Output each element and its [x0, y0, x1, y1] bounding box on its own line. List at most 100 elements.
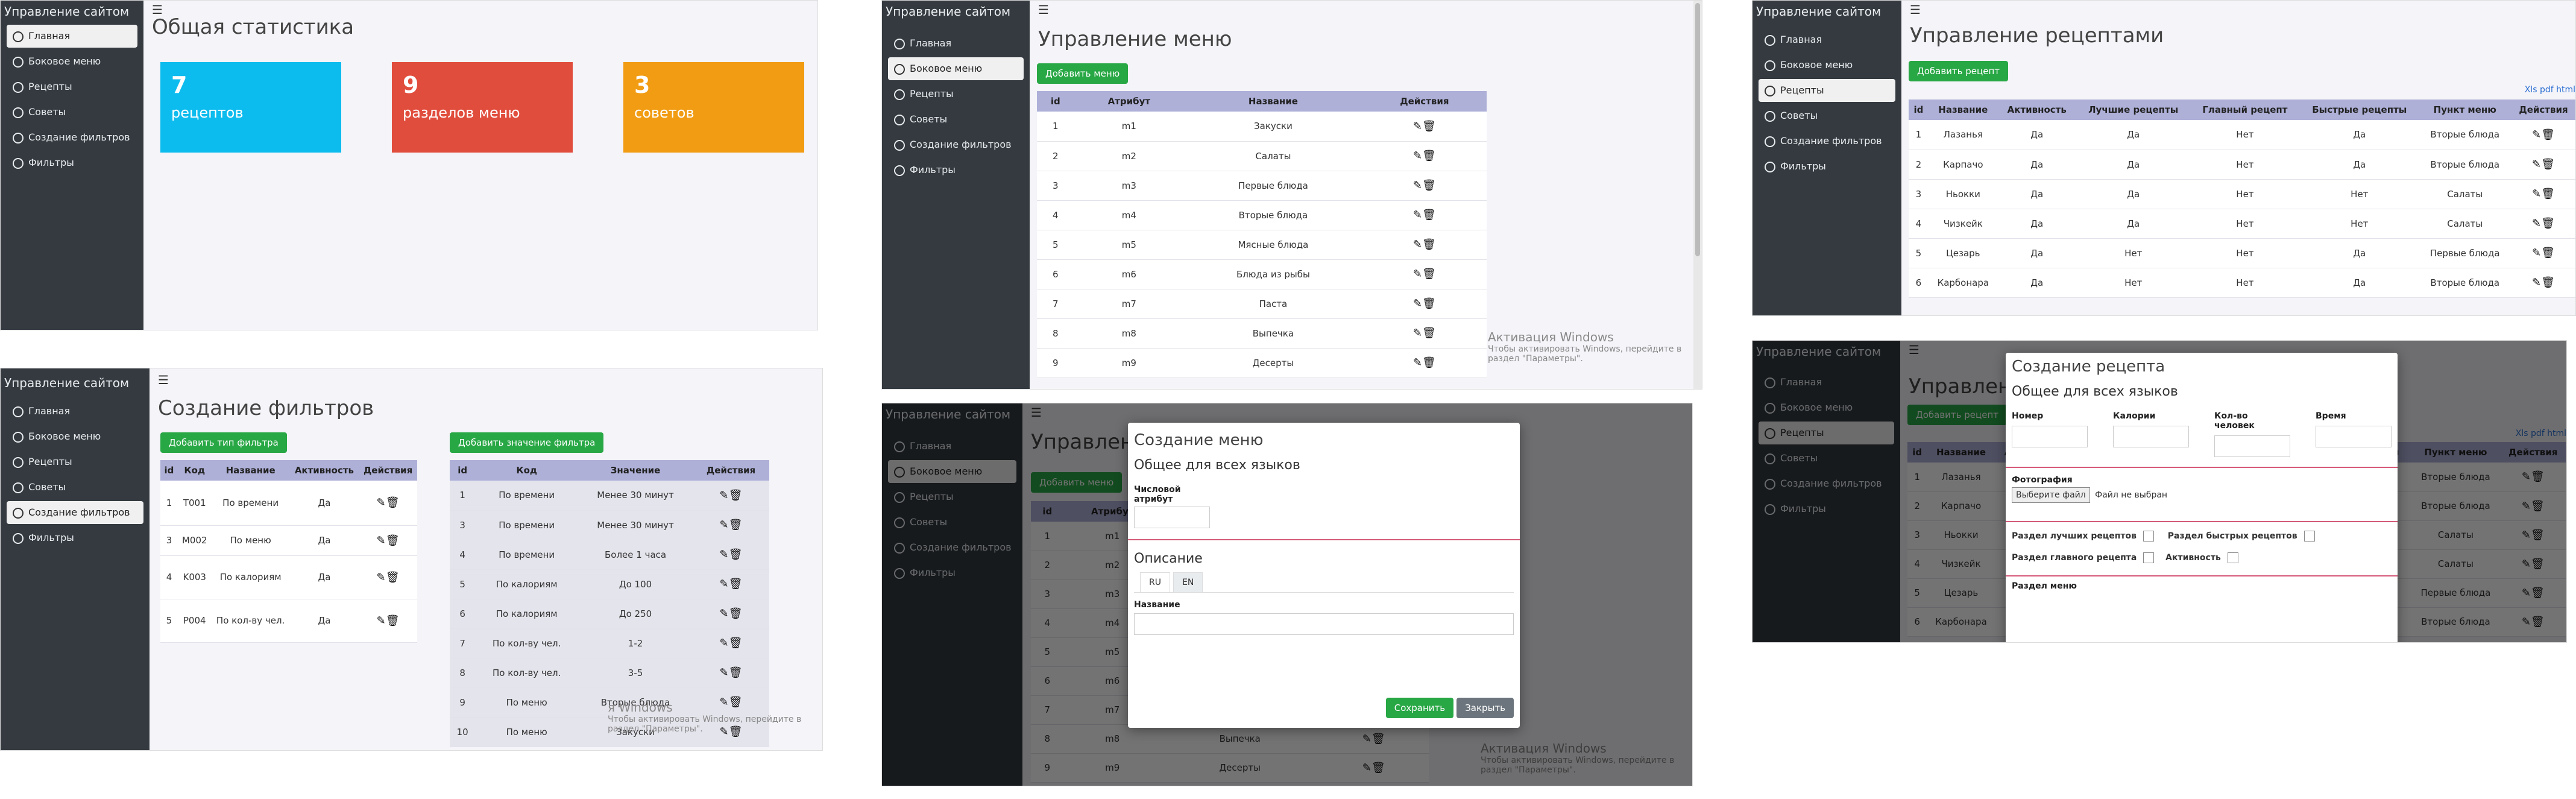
trash-icon[interactable]: 🗑: [1422, 268, 1436, 280]
tab-ru[interactable]: RU: [1140, 572, 1170, 592]
trash-icon[interactable]: 🗑: [729, 519, 743, 531]
trash-icon[interactable]: 🗑: [1422, 327, 1436, 339]
sidebar-item-side-menu[interactable]: Боковое меню: [7, 50, 137, 73]
pencil-icon[interactable]: ✎: [2532, 188, 2541, 200]
pencil-icon[interactable]: ✎: [2532, 128, 2541, 141]
trash-icon[interactable]: 🗑: [1422, 238, 1436, 251]
trash-icon[interactable]: 🗑: [729, 578, 743, 590]
close-button[interactable]: Закрыть: [1456, 698, 1514, 718]
pencil-icon[interactable]: ✎: [377, 571, 386, 584]
sidebar-item-side-menu[interactable]: Боковое меню: [888, 57, 1024, 80]
sidebar-item-tips[interactable]: Советы: [888, 108, 1024, 131]
sidebar-item-filter-create[interactable]: Создание фильтров: [7, 501, 143, 524]
hamburger-icon[interactable]: ☰: [150, 371, 822, 389]
sidebar-item-home[interactable]: Главная: [7, 400, 143, 423]
sidebar-item-filter-create[interactable]: Создание фильтров: [7, 126, 137, 149]
trash-icon[interactable]: 🗑: [1422, 356, 1436, 369]
trash-icon[interactable]: 🗑: [2541, 276, 2555, 289]
trash-icon[interactable]: 🗑: [1422, 150, 1436, 162]
trash-icon[interactable]: 🗑: [729, 666, 743, 679]
trash-icon[interactable]: 🗑: [386, 496, 400, 509]
calories-input[interactable]: [2113, 426, 2189, 447]
pencil-icon[interactable]: ✎: [377, 534, 386, 547]
sidebar-item-tips[interactable]: Советы: [7, 101, 137, 124]
save-button[interactable]: Сохранить: [1385, 698, 1454, 718]
add-filter-type-button[interactable]: Добавить тип фильтра: [160, 432, 287, 453]
trash-icon[interactable]: 🗑: [729, 607, 743, 620]
pencil-icon[interactable]: ✎: [1413, 120, 1422, 133]
trash-icon[interactable]: 🗑: [729, 548, 743, 561]
sidebar-item-home[interactable]: Главная: [1759, 28, 1895, 51]
pencil-icon[interactable]: ✎: [1413, 179, 1422, 192]
choose-file-button[interactable]: Выберите файл: [2012, 487, 2090, 503]
chk-active-checkbox[interactable]: [2227, 552, 2238, 563]
pencil-icon[interactable]: ✎: [1413, 238, 1422, 251]
pencil-icon[interactable]: ✎: [2532, 158, 2541, 171]
sidebar-item-filter-create[interactable]: Создание фильтров: [1759, 130, 1895, 153]
sidebar-item-recipes[interactable]: Рецепты: [888, 83, 1024, 106]
pencil-icon[interactable]: ✎: [377, 496, 386, 509]
pencil-icon[interactable]: ✎: [720, 607, 729, 620]
trash-icon[interactable]: 🗑: [386, 614, 400, 627]
add-filter-value-button[interactable]: Добавить значение фильтра: [450, 432, 604, 453]
sidebar-item-home[interactable]: Главная: [7, 25, 137, 48]
pencil-icon[interactable]: ✎: [720, 548, 729, 561]
sidebar-item-filters[interactable]: Фильтры: [7, 526, 143, 549]
hamburger-icon[interactable]: ☰: [1030, 1, 1702, 19]
pencil-icon[interactable]: ✎: [1413, 297, 1422, 310]
trash-icon[interactable]: 🗑: [1422, 209, 1436, 221]
sidebar-item-filters[interactable]: Фильтры: [1759, 155, 1895, 178]
trash-icon[interactable]: 🗑: [2541, 158, 2555, 171]
tab-en[interactable]: EN: [1173, 572, 1203, 592]
pencil-icon[interactable]: ✎: [2532, 247, 2541, 259]
trash-icon[interactable]: 🗑: [729, 489, 743, 502]
scrollbar[interactable]: [1693, 1, 1702, 389]
add-recipe-button[interactable]: Добавить рецепт: [1909, 61, 2009, 81]
pencil-icon[interactable]: ✎: [720, 489, 729, 502]
sidebar-item-filter-create[interactable]: Создание фильтров: [888, 133, 1024, 156]
pencil-icon[interactable]: ✎: [2532, 217, 2541, 230]
sidebar-item-recipes[interactable]: Рецепты: [7, 450, 143, 473]
trash-icon[interactable]: 🗑: [729, 637, 743, 649]
hamburger-icon[interactable]: ☰: [1901, 1, 2575, 19]
pencil-icon[interactable]: ✎: [720, 666, 729, 679]
chk-main-checkbox[interactable]: [2143, 552, 2155, 563]
trash-icon[interactable]: 🗑: [386, 571, 400, 584]
add-menu-button[interactable]: Добавить меню: [1037, 63, 1129, 84]
trash-icon[interactable]: 🗑: [2541, 217, 2555, 230]
chk-fast-checkbox[interactable]: [2304, 531, 2315, 542]
pencil-icon[interactable]: ✎: [720, 519, 729, 531]
trash-icon[interactable]: 🗑: [1422, 179, 1436, 192]
number-input[interactable]: [2012, 426, 2088, 447]
time-input[interactable]: [2316, 426, 2392, 447]
persons-input[interactable]: [2214, 435, 2290, 457]
pencil-icon[interactable]: ✎: [1413, 356, 1422, 369]
pencil-icon[interactable]: ✎: [1413, 268, 1422, 280]
sidebar-item-tips[interactable]: Советы: [7, 476, 143, 499]
sidebar-item-home[interactable]: Главная: [888, 32, 1024, 55]
chk-best-checkbox[interactable]: [2143, 531, 2154, 542]
sidebar-item-side-menu[interactable]: Боковое меню: [7, 425, 143, 448]
pencil-icon[interactable]: ✎: [2532, 276, 2541, 289]
pencil-icon[interactable]: ✎: [1413, 150, 1422, 162]
trash-icon[interactable]: 🗑: [2541, 247, 2555, 259]
name-input[interactable]: [1134, 613, 1514, 635]
export-links[interactable]: Xls pdf html: [2525, 85, 2575, 95]
pencil-icon[interactable]: ✎: [1413, 209, 1422, 221]
sidebar-item-side-menu[interactable]: Боковое меню: [1759, 54, 1895, 77]
num-attr-input[interactable]: [1134, 507, 1210, 528]
pencil-icon[interactable]: ✎: [720, 637, 729, 649]
sidebar-item-filters[interactable]: Фильтры: [7, 151, 137, 174]
trash-icon[interactable]: 🗑: [1422, 120, 1436, 133]
sidebar-item-recipes[interactable]: Рецепты: [7, 75, 137, 98]
pencil-icon[interactable]: ✎: [377, 614, 386, 627]
sidebar-item-recipes[interactable]: Рецепты: [1759, 79, 1895, 102]
trash-icon[interactable]: 🗑: [386, 534, 400, 547]
trash-icon[interactable]: 🗑: [2541, 188, 2555, 200]
trash-icon[interactable]: 🗑: [1422, 297, 1436, 310]
pencil-icon[interactable]: ✎: [1413, 327, 1422, 339]
sidebar-item-filters[interactable]: Фильтры: [888, 159, 1024, 182]
trash-icon[interactable]: 🗑: [2541, 128, 2555, 141]
pencil-icon[interactable]: ✎: [720, 578, 729, 590]
sidebar-item-tips[interactable]: Советы: [1759, 104, 1895, 127]
